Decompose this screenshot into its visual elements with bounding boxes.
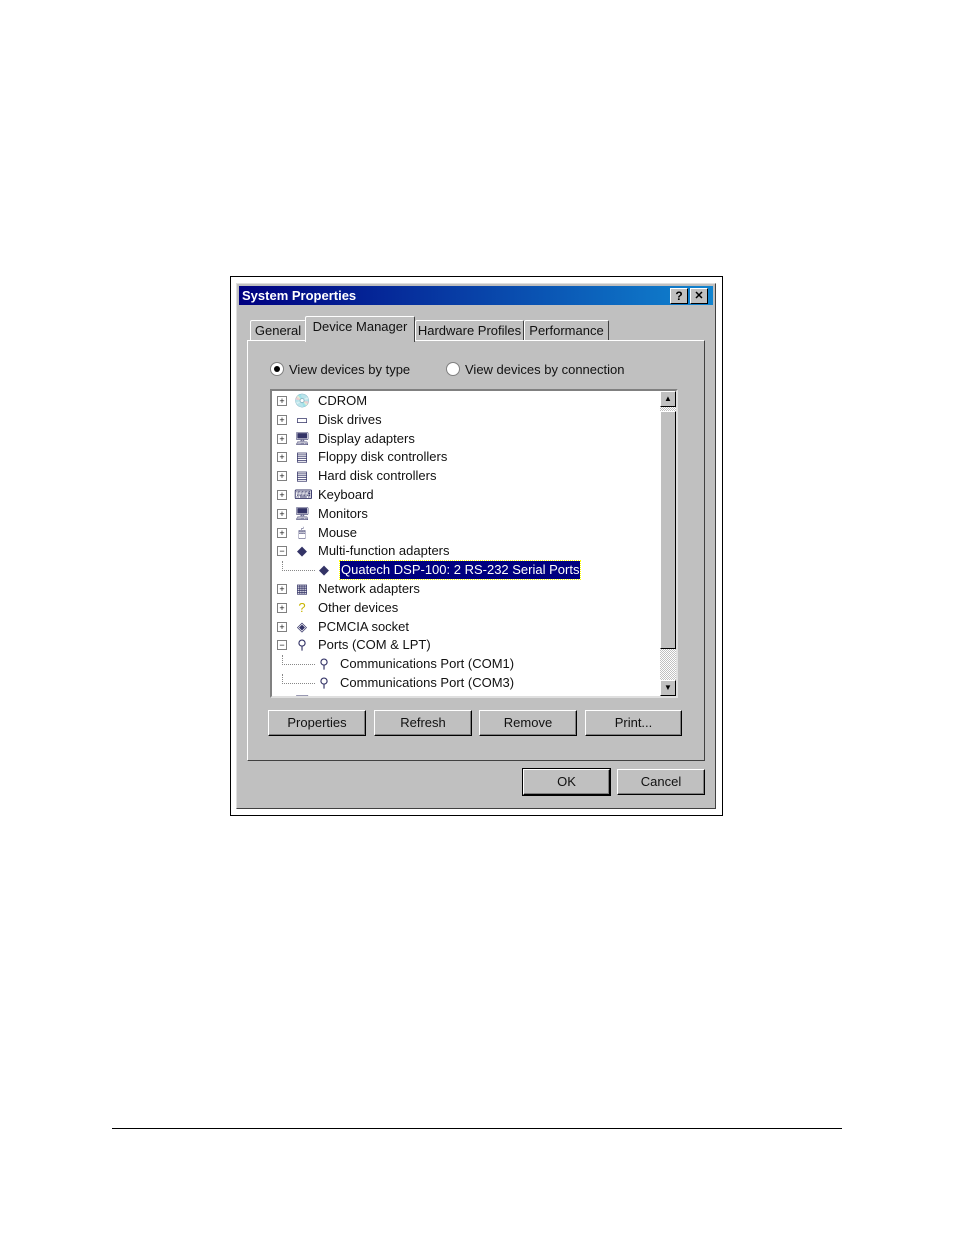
port-icon: ⚲ (319, 675, 329, 690)
tree-item[interactable]: − ◆ Multi-function adapters (272, 542, 662, 560)
tree-item-label: Quatech DSP-100: 2 RS-232 Serial Ports (338, 560, 582, 581)
view-by-connection-radio[interactable] (446, 362, 460, 376)
expand-icon[interactable]: + (277, 527, 287, 538)
tree-item[interactable]: + 🖥 Monitors (272, 505, 662, 523)
tree-item-label: Communications Port (COM3) (340, 675, 515, 690)
device-tree[interactable]: + 💿 CDROM + ▭ Disk drives + 🖥 Display adapters + ▤… (270, 389, 678, 698)
tree-item[interactable]: + 🖥 Display adapters (272, 430, 662, 448)
expand-icon[interactable]: + (277, 621, 287, 632)
expand-icon[interactable]: + (277, 508, 287, 519)
view-by-connection-label[interactable]: View devices by connection (465, 362, 624, 377)
pcmcia-icon: ◈ (297, 618, 307, 634)
remove-button[interactable]: Remove (479, 710, 577, 736)
tree-item[interactable]: + ▦ Network adapters (272, 580, 662, 598)
disk-drive-icon: ▭ (295, 411, 309, 427)
network-adapter-icon: ▦ (295, 581, 309, 596)
tree-item-label: Communications Port (COM1) (340, 656, 515, 672)
view-by-type-radio[interactable] (270, 362, 284, 376)
tab-hardware-profiles[interactable]: Hardware Profiles (415, 320, 524, 341)
tree-item[interactable]: + ⌨ Keyboard (272, 486, 662, 504)
tree-item[interactable]: − ⚲ Ports (COM & LPT) (272, 636, 662, 654)
tree-item-label: Ports (COM & LPT) (318, 637, 431, 653)
cancel-button[interactable]: Cancel (617, 769, 705, 795)
tree-item[interactable]: + ▤ Hard disk controllers (272, 467, 662, 485)
expand-icon[interactable]: + (277, 602, 287, 613)
tree-item-label: CDROM (318, 393, 368, 408)
tree-item-label: System devices (318, 693, 409, 696)
tree-item[interactable]: + ▤ Floppy disk controllers (272, 448, 662, 466)
display-icon: 🖥 (294, 430, 311, 446)
expand-icon[interactable]: + (277, 433, 287, 444)
floppy-controller-icon: ▤ (295, 449, 309, 465)
properties-button[interactable]: Properties (268, 710, 366, 736)
mouse-icon: 🖱 (298, 524, 306, 540)
tree-item[interactable]: ⚲ Communications Port (COM1) (272, 655, 662, 673)
tree-item-label: Display adapters (318, 430, 415, 446)
tree-item-label: Mouse (318, 524, 358, 540)
expand-icon[interactable]: + (277, 396, 287, 406)
tree-item-label: Keyboard (318, 487, 374, 502)
view-by-type-label[interactable]: View devices by type (289, 362, 410, 377)
expand-icon[interactable]: + (277, 697, 287, 698)
print-button[interactable]: Print... (585, 710, 682, 736)
expand-icon[interactable]: + (277, 584, 287, 594)
question-icon: ? (298, 599, 306, 615)
tab-general[interactable]: General (250, 320, 306, 341)
tree-item[interactable]: + 🖥 System devices (272, 693, 662, 698)
scroll-up-button[interactable]: ▲ (660, 391, 676, 407)
ok-button[interactable]: OK (522, 768, 611, 796)
collapse-icon[interactable]: − (277, 640, 287, 651)
tree-item-label: Other devices (318, 599, 399, 615)
tree-item-label: Multi-function adapters (318, 543, 450, 559)
tree-item-label: Monitors (318, 505, 368, 521)
help-button[interactable]: ? (670, 288, 688, 304)
tree-item[interactable]: + 💿 CDROM (272, 392, 662, 410)
refresh-button[interactable]: Refresh (374, 710, 472, 736)
multifunction-icon: ◆ (297, 543, 307, 559)
port-icon: ⚲ (297, 637, 307, 653)
tree-item-label: PCMCIA socket (318, 618, 410, 634)
expand-icon[interactable]: + (277, 414, 287, 425)
footer-rule (112, 1128, 842, 1129)
scroll-thumb[interactable] (660, 411, 676, 649)
tab-performance[interactable]: Performance (524, 320, 609, 341)
title-bar: System Properties (239, 286, 713, 305)
expand-icon[interactable]: + (277, 471, 287, 482)
multifunction-device-icon: ◆ (319, 562, 329, 578)
tree-item[interactable]: ⚲ Communications Port (COM3) (272, 674, 662, 692)
monitor-icon: 🖥 (294, 505, 311, 521)
tree-item[interactable]: + ▭ Disk drives (272, 411, 662, 429)
tree-connector (282, 561, 315, 572)
tree-connector (282, 655, 315, 666)
close-button[interactable]: ✕ (690, 288, 708, 304)
tree-connector (282, 674, 315, 684)
expand-icon[interactable]: + (277, 452, 287, 463)
expand-icon[interactable]: + (277, 490, 287, 500)
tree-item-label: Network adapters (318, 581, 420, 596)
tree-scrollbar[interactable]: ▲ ▼ (660, 391, 676, 696)
tree-item-label: Floppy disk controllers (318, 449, 448, 465)
tree-item[interactable]: ◆ Quatech DSP-100: 2 RS-232 Serial Ports (272, 560, 662, 581)
keyboard-icon: ⌨ (294, 487, 313, 502)
tree-item-label: Hard disk controllers (318, 468, 437, 484)
system-device-icon: 🖥 (294, 694, 311, 696)
tree-item-label: Disk drives (318, 411, 382, 427)
port-icon: ⚲ (319, 656, 329, 672)
tab-device-manager[interactable]: Device Manager (305, 316, 415, 342)
tree-item[interactable]: + ◈ PCMCIA socket (272, 618, 662, 636)
tree-item[interactable]: +? Other devices (272, 599, 662, 617)
scroll-down-button[interactable]: ▼ (660, 680, 676, 696)
collapse-icon[interactable]: − (277, 546, 287, 557)
cdrom-icon: 💿 (294, 393, 311, 408)
dialog-title: System Properties (242, 288, 357, 303)
hard-disk-controller-icon: ▤ (295, 468, 309, 484)
tree-item[interactable]: + 🖱 Mouse (272, 524, 662, 542)
